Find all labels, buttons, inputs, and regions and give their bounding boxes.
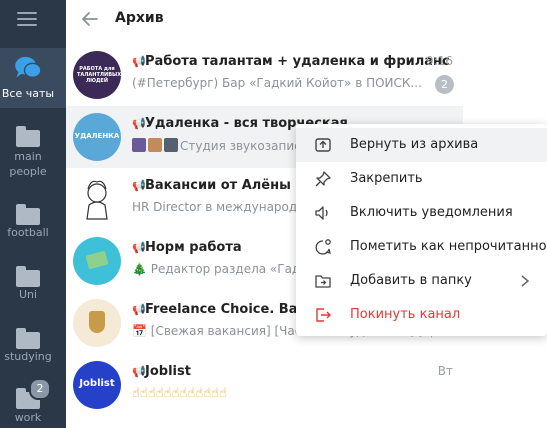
chat-name: Вакансии от Алёны Вл xyxy=(145,178,315,193)
unread-badge: 2 xyxy=(435,75,454,94)
channel-icon: 📢 xyxy=(132,179,146,192)
avatar-text: УДАЛЕНКА xyxy=(74,132,120,140)
preview-thumbnail xyxy=(148,138,162,152)
archive-header: Архив xyxy=(66,0,547,38)
context-menu: Вернуть из архива Закрепить Включить уве… xyxy=(296,124,547,336)
speaker-icon xyxy=(315,206,328,220)
pin-icon xyxy=(315,171,331,187)
money-icon xyxy=(85,250,109,270)
menu-item-label: Добавить в папку xyxy=(350,273,472,288)
page-title: Архив xyxy=(115,10,164,26)
chat-time: Вт xyxy=(437,364,453,378)
leave-icon xyxy=(316,308,331,322)
tree-icon: 🎄 xyxy=(132,262,151,276)
channel-icon: 📢 xyxy=(132,365,146,378)
chevron-right-icon xyxy=(521,275,530,287)
menu-item-leave-channel[interactable]: Покинуть канал xyxy=(296,298,547,332)
menu-item-mark-unread[interactable]: Пометить как непрочитанное xyxy=(296,230,547,264)
chats-icon xyxy=(15,56,42,79)
chat-preview: Студия звукозаписи xyxy=(180,139,309,153)
folder-sidebar: Все чаты main people football Uni studyi… xyxy=(0,0,66,428)
menu-icon[interactable] xyxy=(17,12,37,26)
chat-preview: (#Петербург) Бар «Гадкий Койот» в ПОИСК.… xyxy=(132,76,422,90)
folder-football[interactable]: football xyxy=(0,196,66,258)
menu-item-unmute[interactable]: Включить уведомления xyxy=(296,196,547,230)
chat-time: 9:16 xyxy=(426,54,453,68)
back-arrow-icon[interactable] xyxy=(80,9,100,29)
avatar-text: Joblist xyxy=(79,378,115,389)
trophy-icon xyxy=(89,311,105,333)
menu-item-unarchive[interactable]: Вернуть из архива xyxy=(296,128,547,162)
channel-icon: 📢 xyxy=(132,241,146,254)
unread-icon xyxy=(315,239,331,255)
avatar-text: РАБОТА для ТАЛАНТЛИВЫХ ЛЮДЕЙ xyxy=(77,66,121,84)
folder-unread-badge: 2 xyxy=(29,378,51,400)
folder-uni[interactable]: Uni xyxy=(0,258,66,320)
avatar xyxy=(73,175,121,223)
folder-label: studying xyxy=(4,350,52,363)
chat-item[interactable]: Joblist 📢Joblist Вт ☝☝☝☝☝☝☝☝☝☝☝☝ xyxy=(66,354,463,416)
folder-all-chats[interactable]: Все чаты xyxy=(0,48,66,108)
menu-item-pin[interactable]: Закрепить xyxy=(296,162,547,196)
chat-name: Joblist xyxy=(145,364,191,379)
chat-item[interactable]: РАБОТА для ТАЛАНТЛИВЫХ ЛЮДЕЙ 📢Работа тал… xyxy=(66,44,463,106)
folder-label: main people xyxy=(9,150,47,178)
menu-item-add-to-folder[interactable]: Добавить в папку xyxy=(296,264,547,298)
menu-item-label: Вернуть из архива xyxy=(350,137,479,152)
chat-preview: Редактор раздела «Гадж xyxy=(150,262,312,276)
folder-icon xyxy=(16,126,40,150)
avatar: УДАЛЕНКА xyxy=(73,113,121,161)
folder-studying[interactable]: studying xyxy=(0,320,66,382)
avatar-drawing xyxy=(86,180,108,220)
preview-thumbnail xyxy=(132,138,146,152)
chat-preview: ☝☝☝☝☝☝☝☝☝☝☝☝ xyxy=(132,386,227,401)
unarchive-icon xyxy=(315,138,331,152)
folder-label: Все чаты xyxy=(1,87,55,100)
avatar: РАБОТА для ТАЛАНТЛИВЫХ ЛЮДЕЙ xyxy=(73,51,121,99)
channel-icon: 📢 xyxy=(132,117,146,130)
menu-item-label: Закрепить xyxy=(350,171,423,186)
folder-label: Uni xyxy=(18,288,38,301)
menu-item-label: Покинуть канал xyxy=(350,307,461,322)
folder-main-people[interactable]: main people xyxy=(0,118,66,180)
menu-item-label: Включить уведомления xyxy=(350,205,513,220)
channel-icon: 📢 xyxy=(132,303,146,316)
folder-label: football xyxy=(7,226,49,239)
chat-name: Норм работа xyxy=(145,240,242,255)
avatar xyxy=(73,299,121,347)
folder-label: work xyxy=(14,411,42,424)
preview-thumbnail xyxy=(164,138,178,152)
calendar-icon: 📅 xyxy=(132,324,151,338)
avatar xyxy=(73,237,121,285)
chat-name: Работа талантам + удаленка и фриланс xyxy=(145,54,450,69)
menu-item-label: Пометить как непрочитанное xyxy=(350,239,547,254)
add-folder-icon xyxy=(315,275,331,288)
avatar: Joblist xyxy=(73,361,121,409)
channel-icon: 📢 xyxy=(132,55,146,68)
